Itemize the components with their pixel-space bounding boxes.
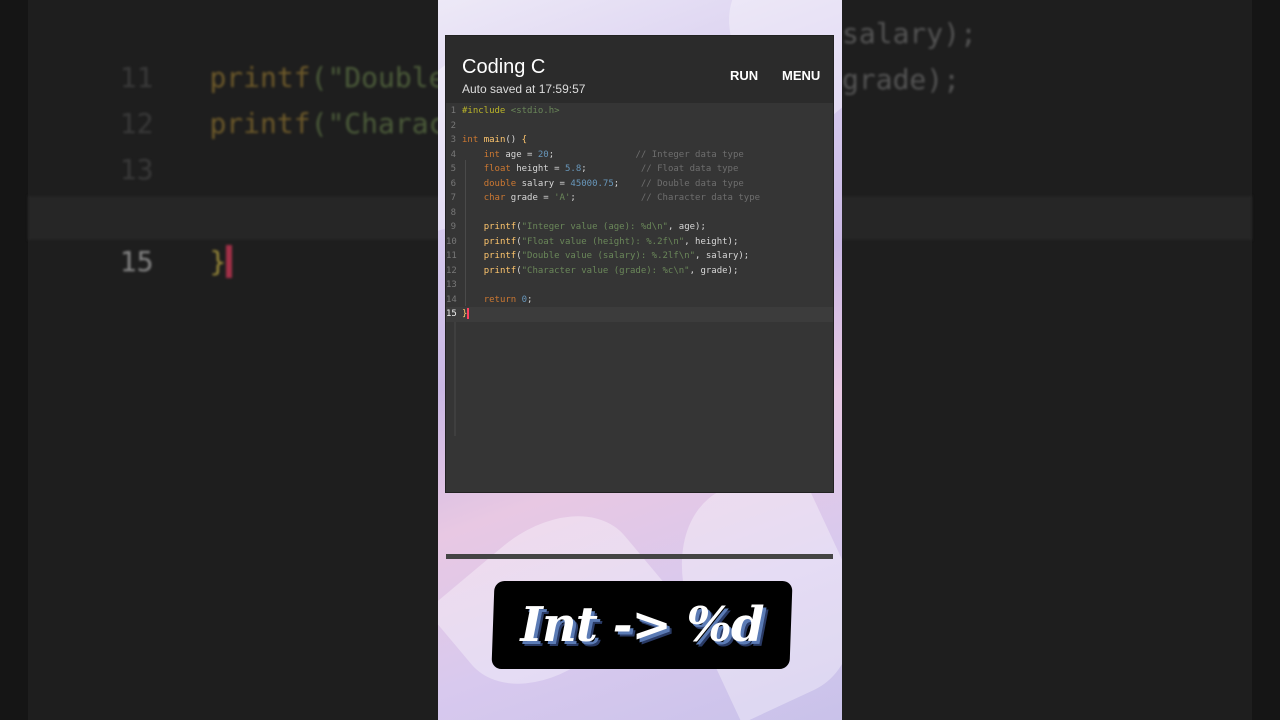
line-number: 10	[446, 236, 457, 247]
code-token: ()	[505, 135, 522, 145]
backdrop-tail-12: grade);	[842, 63, 961, 96]
line-number: 1	[450, 106, 456, 116]
line-number: 13	[446, 280, 457, 290]
code-token: #include	[462, 106, 511, 116]
code-token: 45000.75	[570, 178, 614, 189]
line-number: 2	[450, 120, 456, 131]
line-number: 11	[446, 251, 457, 261]
code-line[interactable]: 10 printf("Float value (height): %.2f\n"…	[446, 235, 833, 250]
code-area[interactable]: 1 #include <stdio.h> 2 3 int main() {4 int a…	[446, 103, 833, 559]
code-token: // Character data type	[640, 193, 761, 203]
line-number: 5	[450, 164, 456, 174]
code-token: ;	[613, 178, 641, 189]
app-title: Coding C	[462, 56, 546, 78]
menu-button[interactable]: MENU	[782, 68, 820, 83]
autosave-status: Auto saved at 17:59:57	[462, 82, 586, 96]
code-line[interactable]: 4 int age = 20; // Integer data type	[446, 148, 833, 163]
code-token: double	[483, 178, 522, 189]
code-token: int	[483, 149, 506, 160]
line-number: 8	[450, 207, 456, 218]
caption-text: Int -> %d	[520, 597, 764, 653]
code-token: // Integer data type	[635, 149, 744, 160]
code-token: grade =	[510, 193, 555, 203]
code-line[interactable]: 12 printf("Character value (grade): %c\n…	[446, 264, 833, 279]
code-editor-window: Coding C Auto saved at 17:59:57 RUN MENU…	[446, 36, 833, 559]
code-token: // Double data type	[640, 178, 744, 189]
code-line[interactable]: 5 float height = 5.8; // Float data type	[446, 162, 833, 177]
phone-screen: Coding C Auto saved at 17:59:57 RUN MENU…	[438, 0, 842, 720]
code-token: printf	[483, 265, 517, 276]
code-token: printf	[483, 222, 517, 232]
app-toolbar: Coding C Auto saved at 17:59:57 RUN MENU	[446, 36, 833, 103]
code-token: 'A'	[554, 193, 571, 203]
code-token: ;	[548, 149, 636, 160]
code-token: , age);	[667, 222, 706, 232]
code-token: return	[483, 294, 522, 305]
backdrop-tail-11: salary);	[842, 17, 977, 50]
code-token: , grade);	[689, 265, 739, 276]
code-token: char	[483, 193, 511, 203]
code-token: "Integer value (age): %d\n"	[521, 222, 668, 232]
line-number: 6	[450, 178, 456, 189]
code-line[interactable]: 15}	[446, 307, 833, 322]
code-token: , height);	[684, 236, 739, 247]
line-number: 3	[450, 135, 456, 145]
code-token: age =	[505, 149, 538, 160]
line-number: 12	[446, 265, 457, 276]
code-token: printf	[483, 236, 517, 247]
line-number: 15	[446, 309, 457, 319]
code-token: {	[521, 135, 528, 145]
code-line[interactable]: 13	[446, 278, 833, 293]
code-line[interactable]: 9 printf("Integer value (age): %d\n", ag…	[446, 220, 833, 235]
code-line[interactable]: 6 double salary = 45000.75; // Double da…	[446, 177, 833, 192]
code-token: height =	[516, 164, 565, 174]
code-token: // Float data type	[640, 164, 739, 174]
code-token: ;	[570, 193, 641, 203]
line-number: 9	[450, 222, 456, 232]
code-token: "Float value (height): %.2f\n"	[521, 236, 685, 247]
code-token: 5.8	[564, 164, 582, 174]
code-token: <stdio.h>	[510, 106, 560, 116]
code-token: float	[483, 164, 517, 174]
line-number: 14	[446, 294, 457, 305]
run-button[interactable]: RUN	[730, 68, 758, 83]
code-line[interactable]: 3 int main() {	[446, 133, 833, 148]
code-line[interactable]: 11 printf("Double value (salary): %.2lf\…	[446, 249, 833, 264]
code-token: printf	[483, 251, 517, 261]
code-token: 20	[537, 149, 549, 160]
code-line[interactable]: 1 #include <stdio.h>	[446, 104, 833, 119]
code-token: ;	[527, 294, 533, 305]
line-number: 4	[450, 149, 456, 160]
code-token: "Character value (grade): %c\n"	[521, 265, 690, 276]
line-number: 7	[450, 193, 456, 203]
code-line[interactable]: 7 char grade = 'A'; // Character data ty…	[446, 191, 833, 206]
code-token: "Double value (salary): %.2lf\n"	[521, 251, 696, 261]
code-line[interactable]: 2	[446, 119, 833, 134]
code-line[interactable]: 8	[446, 206, 833, 221]
code-token: ;	[581, 164, 641, 174]
gutter-scroll-track	[454, 318, 456, 436]
code-token: salary =	[521, 178, 571, 189]
code-token: main	[483, 135, 506, 145]
code-token: , salary);	[695, 251, 750, 261]
code-line[interactable]: 14 return 0;	[446, 293, 833, 308]
code-token: int	[462, 135, 484, 145]
editor-bottom-strip	[446, 554, 833, 559]
text-cursor	[467, 308, 470, 319]
